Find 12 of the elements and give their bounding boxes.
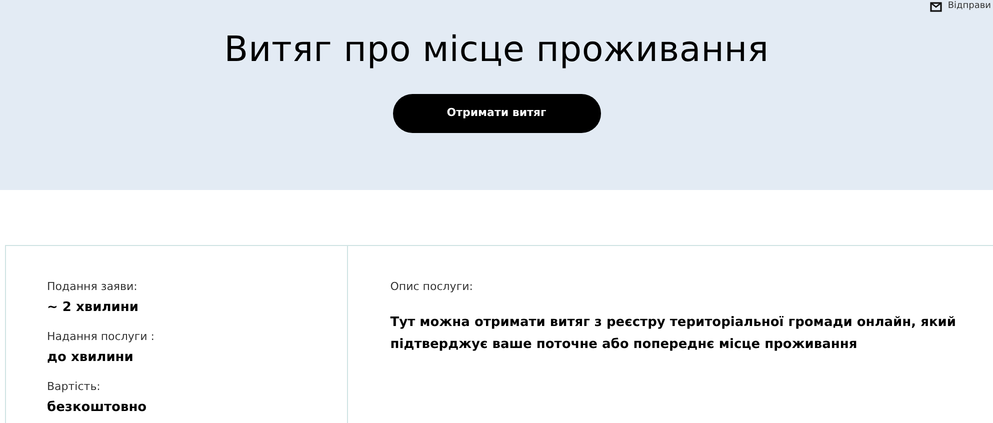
detail-value: до хвилини bbox=[47, 348, 134, 366]
get-extract-button[interactable]: Отримати витяг bbox=[392, 94, 600, 133]
detail-label: Надання послуги : bbox=[47, 329, 156, 345]
detail-label: Подання заяви: bbox=[47, 279, 138, 295]
detail-label: Вартість: bbox=[47, 379, 102, 395]
envelope-icon bbox=[930, 2, 942, 12]
detail-value: ~ 2 хвилини bbox=[47, 298, 140, 316]
send-link[interactable]: Відправи bbox=[930, 0, 991, 14]
page-title: Витяг про місце проживання bbox=[224, 29, 769, 72]
description-text: Тут можна отримати витяг з реєстру територіальної громади онлайн, який підтверджує ваше поточне або попереднє місце проживання bbox=[390, 314, 957, 354]
description-label: Опис послуги: bbox=[390, 279, 474, 295]
detail-value: безкоштовно bbox=[47, 398, 148, 416]
